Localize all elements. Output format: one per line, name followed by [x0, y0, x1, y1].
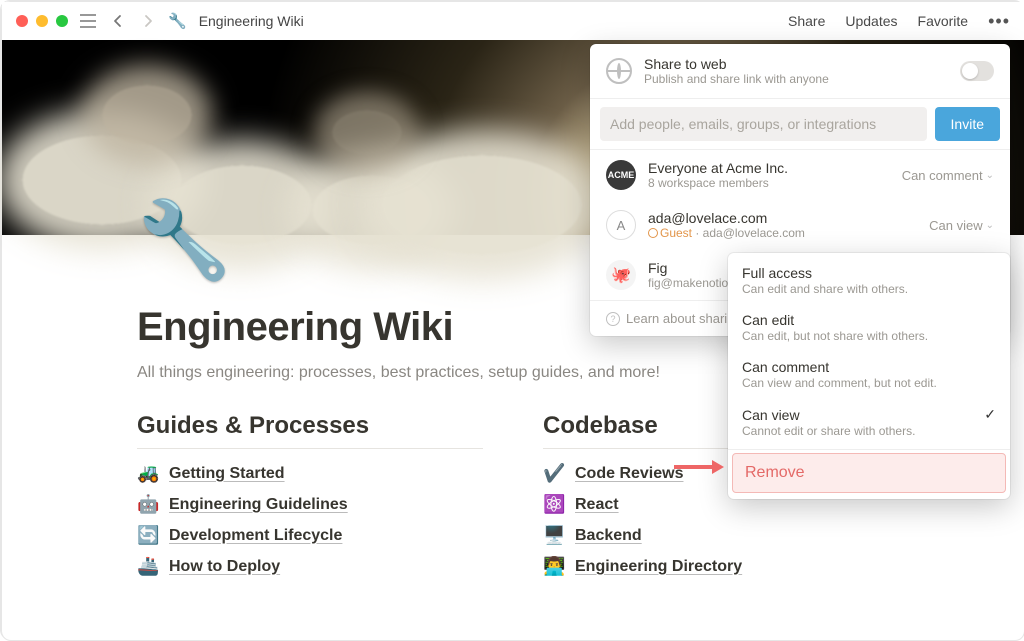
- invite-button[interactable]: Invite: [935, 107, 1000, 141]
- back-button[interactable]: [108, 11, 128, 31]
- minimize-window-button[interactable]: [36, 15, 48, 27]
- page-link[interactable]: 🤖 Engineering Guidelines: [137, 494, 483, 515]
- check-icon: ✓: [984, 406, 996, 423]
- section-heading[interactable]: Guides & Processes: [137, 412, 483, 440]
- page-link-icon: ⚛️: [543, 494, 565, 515]
- page-link-icon: 🚢: [137, 556, 159, 577]
- permission-option[interactable]: Can editCan edit, but not share with oth…: [728, 304, 1010, 351]
- member-name: ada@lovelace.com: [648, 210, 917, 226]
- share-member-row: Aada@lovelace.comGuest · ada@lovelace.co…: [590, 200, 1010, 250]
- page-link-icon: 🚜: [137, 463, 159, 484]
- chevron-down-icon: ⌄: [986, 220, 994, 231]
- permission-dropdown: Full accessCan edit and share with other…: [728, 253, 1010, 499]
- page-link[interactable]: 🖥️ Backend: [543, 525, 889, 546]
- page-link-label: Code Reviews: [575, 465, 683, 483]
- globe-icon: [606, 58, 632, 84]
- share-web-toggle[interactable]: [960, 61, 994, 81]
- breadcrumb-icon: 🔧: [168, 12, 187, 30]
- avatar: ACME: [606, 160, 636, 190]
- hamburger-icon[interactable]: [78, 11, 98, 31]
- page-link-icon: 👨‍💻: [543, 556, 565, 577]
- avatar: 🐙: [606, 260, 636, 290]
- favorite-button[interactable]: Favorite: [918, 13, 969, 29]
- zoom-window-button[interactable]: [56, 15, 68, 27]
- page-link[interactable]: 🚢 How to Deploy: [137, 556, 483, 577]
- share-web-subtitle: Publish and share link with anyone: [644, 72, 948, 86]
- share-search-input[interactable]: [600, 107, 927, 141]
- window-titlebar: 🔧 Engineering Wiki Share Updates Favorit…: [2, 2, 1024, 40]
- share-button[interactable]: Share: [788, 13, 825, 29]
- page-link[interactable]: 👨‍💻 Engineering Directory: [543, 556, 889, 577]
- page-link[interactable]: 🔄 Development Lifecycle: [137, 525, 483, 546]
- page-link-label: Getting Started: [169, 465, 285, 483]
- member-sub: 8 workspace members: [648, 176, 890, 190]
- share-member-row: ACME Everyone at Acme Inc.8 workspace mem…: [590, 150, 1010, 200]
- permission-selector[interactable]: Can comment⌄: [902, 168, 994, 183]
- page-link-label: How to Deploy: [169, 558, 280, 576]
- page-link-label: Engineering Guidelines: [169, 496, 348, 514]
- permission-option[interactable]: Can commentCan view and comment, but not…: [728, 351, 1010, 398]
- page-link-label: React: [575, 496, 619, 514]
- learn-sharing-link[interactable]: Learn about sharin: [626, 311, 734, 326]
- chevron-down-icon: ⌄: [986, 170, 994, 181]
- permission-option[interactable]: Full accessCan edit and share with other…: [728, 257, 1010, 304]
- avatar: A: [606, 210, 636, 240]
- more-menu-button[interactable]: •••: [988, 11, 1010, 32]
- forward-button[interactable]: [138, 11, 158, 31]
- page-icon[interactable]: 🔧: [137, 195, 232, 285]
- member-sub: Guest · ada@lovelace.com: [648, 226, 917, 240]
- permission-remove[interactable]: Remove: [732, 453, 1006, 493]
- page-link-icon: 🔄: [137, 525, 159, 546]
- window-controls: [16, 15, 68, 27]
- page-link-label: Backend: [575, 527, 642, 545]
- page-link-icon: ✔️: [543, 463, 565, 484]
- share-web-title: Share to web: [644, 56, 948, 72]
- member-name: Everyone at Acme Inc.: [648, 160, 890, 176]
- updates-button[interactable]: Updates: [845, 13, 897, 29]
- page-link-icon: 🖥️: [543, 525, 565, 546]
- permission-option[interactable]: Can view✓Cannot edit or share with other…: [728, 398, 1010, 446]
- page-link-label: Engineering Directory: [575, 558, 742, 576]
- page-link-icon: 🤖: [137, 494, 159, 515]
- page-title-breadcrumb[interactable]: Engineering Wiki: [199, 13, 304, 29]
- page-link[interactable]: 🚜 Getting Started: [137, 463, 483, 484]
- close-window-button[interactable]: [16, 15, 28, 27]
- help-icon: ?: [606, 312, 620, 326]
- annotation-arrow: [674, 458, 724, 481]
- page-link-label: Development Lifecycle: [169, 527, 342, 545]
- permission-selector[interactable]: Can view⌄: [929, 218, 994, 233]
